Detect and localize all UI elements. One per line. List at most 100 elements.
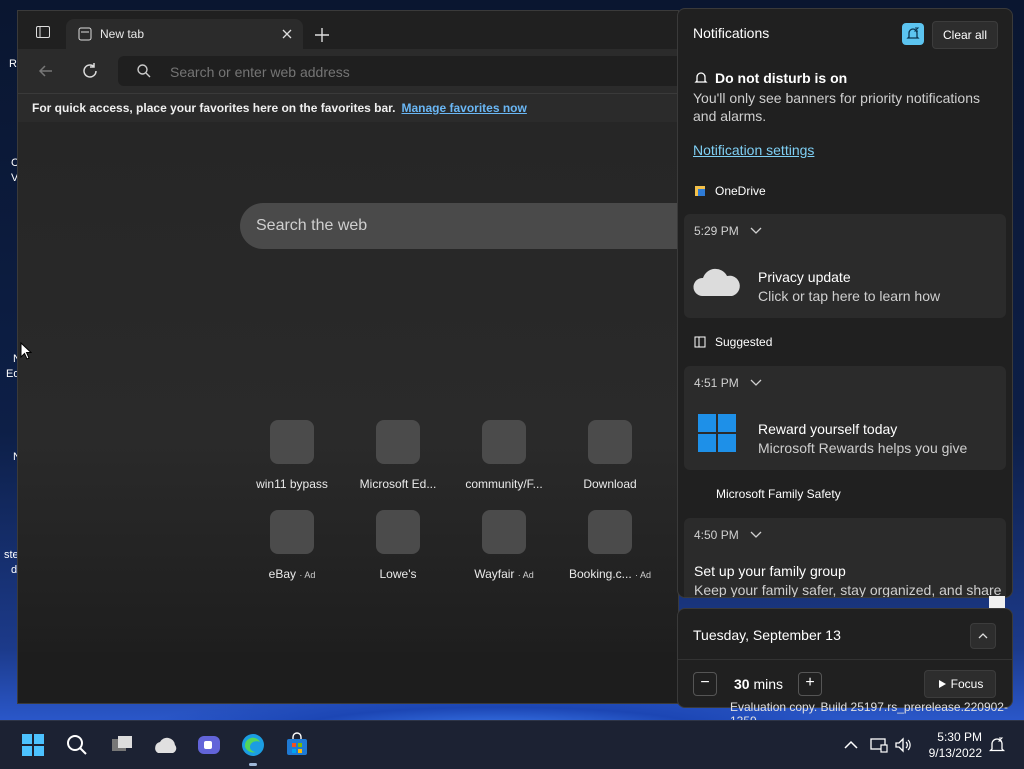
chevron-down-icon xyxy=(750,531,762,538)
top-site-label: Download xyxy=(583,477,637,491)
notification-group-header: Suggested xyxy=(693,335,772,349)
focus-button[interactable]: Focus xyxy=(924,670,996,698)
notifications-title: Notifications xyxy=(693,25,770,41)
tab-actions-button[interactable] xyxy=(26,20,60,44)
notification-time[interactable]: 4:50 PM xyxy=(694,528,762,542)
top-site-icon xyxy=(270,420,314,464)
close-tab-icon[interactable] xyxy=(279,26,295,42)
top-site-icon xyxy=(588,420,632,464)
address-bar[interactable] xyxy=(118,56,688,88)
search-the-web-box[interactable]: Search the web xyxy=(240,203,700,249)
notification-subtitle: Keep your family safer, stay organized, … xyxy=(694,582,1002,598)
manage-favorites-link[interactable]: Manage favorites now xyxy=(401,101,526,115)
clear-all-button[interactable]: Clear all xyxy=(932,21,998,49)
cloud-icon xyxy=(693,268,740,296)
ad-badge: · Ad xyxy=(635,570,652,580)
search-icon[interactable] xyxy=(63,731,91,759)
taskbar-clock[interactable]: 5:30 PM 9/13/2022 xyxy=(918,729,982,761)
volume-icon[interactable] xyxy=(893,735,913,755)
notification-time[interactable]: 4:51 PM xyxy=(694,376,762,390)
store-icon[interactable] xyxy=(283,731,311,759)
top-site-tile[interactable]: Wayfair · Ad xyxy=(454,510,554,581)
top-site-tile[interactable]: Microsoft Ed... xyxy=(348,420,448,491)
notification-bell-icon[interactable] xyxy=(987,735,1007,755)
active-app-indicator xyxy=(249,763,257,766)
top-site-label: community/F... xyxy=(465,477,543,491)
calendar-flyout: Tuesday, September 13 − 30 mins + Focus xyxy=(677,608,1013,708)
notification-subtitle: Microsoft Rewards helps you give xyxy=(758,440,968,456)
start-button-icon[interactable] xyxy=(19,731,47,759)
top-site-tile[interactable]: Booking.c... · Ad xyxy=(560,510,660,581)
network-icon[interactable] xyxy=(869,735,889,755)
address-input[interactable] xyxy=(168,56,652,88)
dnd-title: Do not disturb is on xyxy=(715,70,848,86)
notification-subtitle: Click or tap here to learn how xyxy=(758,288,941,304)
notification-time[interactable]: 5:29 PM xyxy=(694,224,762,238)
suggested-icon xyxy=(694,336,706,348)
taskbar: 5:30 PM 9/13/2022 xyxy=(0,720,1024,769)
favorites-bar-hint: For quick access, place your favorites h… xyxy=(32,101,396,115)
top-site-label: Booking.c... xyxy=(568,567,632,581)
notification-group-header: OneDrive xyxy=(693,184,766,198)
ad-badge: · Ad xyxy=(299,570,316,580)
new-tab-button[interactable] xyxy=(312,25,332,45)
onedrive-app-icon xyxy=(695,186,705,196)
top-site-label: Lowe's xyxy=(379,567,417,581)
chevron-up-icon[interactable] xyxy=(841,735,861,755)
clock-date: 9/13/2022 xyxy=(928,746,982,760)
top-site-icon xyxy=(270,510,314,554)
notification-app-name: Suggested xyxy=(715,335,773,349)
notification-card[interactable]: 5:29 PM Privacy update Click or tap here… xyxy=(684,214,1006,318)
top-site-icon xyxy=(376,510,420,554)
dnd-status: Do not disturb is on xyxy=(693,70,847,86)
top-site-tile[interactable]: win11 bypass xyxy=(242,420,342,491)
dnd-description: You'll only see banners for priority not… xyxy=(693,90,980,124)
notification-settings-link[interactable]: Notification settings xyxy=(693,142,814,158)
favorites-bar: For quick access, place your favorites h… xyxy=(18,93,678,122)
search-icon xyxy=(137,64,151,78)
top-site-icon xyxy=(588,510,632,554)
top-site-tile[interactable]: Download xyxy=(560,420,660,491)
chevron-down-icon xyxy=(750,379,762,386)
focus-increase-button[interactable]: + xyxy=(798,672,822,696)
bell-snooze-icon xyxy=(694,72,708,83)
teams-chat-icon[interactable] xyxy=(195,731,223,759)
top-site-tile[interactable]: eBay · Ad xyxy=(242,510,342,581)
divider xyxy=(678,659,1012,660)
task-view-icon[interactable] xyxy=(108,731,136,759)
notification-card[interactable]: 4:50 PM Set up your family group Keep yo… xyxy=(684,518,1006,598)
notification-title: Set up your family group xyxy=(694,563,846,579)
top-site-tile[interactable]: community/F... xyxy=(454,420,554,491)
focus-decrease-button[interactable]: − xyxy=(693,672,717,696)
top-site-label: eBay xyxy=(268,567,296,581)
new-tab-footer xyxy=(18,652,678,703)
notification-card[interactable]: 4:51 PM Reward yourself today Microsoft … xyxy=(684,366,1006,470)
notification-group-header: Microsoft Family Safety xyxy=(716,487,841,501)
mouse-cursor-icon xyxy=(20,342,32,360)
browser-toolbar xyxy=(18,49,688,93)
notification-title: Reward yourself today xyxy=(758,421,898,437)
tab-title: New tab xyxy=(100,27,145,41)
calendar-date: Tuesday, September 13 xyxy=(693,627,841,643)
tab-new-tab[interactable]: New tab xyxy=(66,19,303,49)
top-site-icon xyxy=(482,420,526,464)
chevron-up-icon xyxy=(978,633,988,639)
calendar-collapse-button[interactable] xyxy=(970,623,996,649)
windows-logo-icon xyxy=(698,414,736,452)
tab-actions-icon xyxy=(36,26,50,38)
new-tab-page: Search the web win11 bypass Microsoft Ed… xyxy=(18,122,700,652)
bell-snooze-icon xyxy=(906,27,920,39)
clock-time: 5:30 PM xyxy=(937,730,982,744)
edge-browser-window: New tab For quick access, place your fav… xyxy=(17,10,700,704)
back-icon[interactable] xyxy=(34,59,58,83)
top-site-icon xyxy=(376,420,420,464)
do-not-disturb-toggle[interactable] xyxy=(902,23,924,45)
search-the-web-placeholder: Search the web xyxy=(256,217,368,234)
edge-icon[interactable] xyxy=(239,731,267,759)
top-site-icon xyxy=(482,510,526,554)
refresh-icon[interactable] xyxy=(78,59,102,83)
play-icon xyxy=(938,680,946,688)
top-site-tile[interactable]: Lowe's xyxy=(348,510,448,581)
top-site-label: Wayfair xyxy=(474,567,515,581)
widgets-icon[interactable] xyxy=(152,731,180,759)
